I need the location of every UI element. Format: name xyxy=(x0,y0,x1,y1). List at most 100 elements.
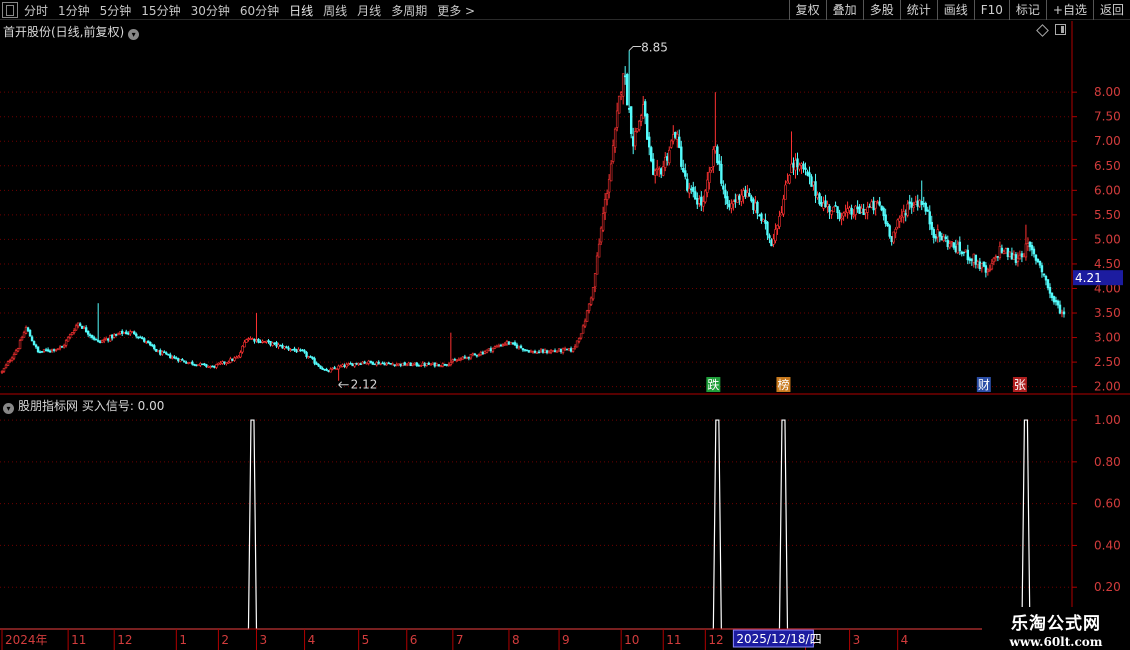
indicator-dropdown-icon[interactable]: ▾ xyxy=(3,403,14,414)
candle-body xyxy=(720,163,723,184)
candle-body xyxy=(982,261,986,267)
candle-body xyxy=(335,368,338,370)
candle-body xyxy=(1012,254,1016,260)
candle-body xyxy=(383,363,386,366)
candle-body xyxy=(880,205,883,211)
candle-body xyxy=(714,146,717,152)
period-tab-monthly[interactable]: 月线 xyxy=(357,2,381,19)
candle-body xyxy=(577,338,581,342)
back-button[interactable]: 返回 xyxy=(1092,0,1130,20)
candle-body xyxy=(565,348,569,351)
adjust-button[interactable]: 复权 xyxy=(788,0,826,20)
candle-body xyxy=(744,189,747,197)
candle-body xyxy=(1004,248,1008,254)
candle-body xyxy=(834,205,837,207)
candle-body xyxy=(439,365,443,368)
candle-body xyxy=(858,206,861,214)
candle-body xyxy=(746,192,749,198)
candle-body xyxy=(64,340,68,346)
candle-body xyxy=(930,221,933,230)
candle-body xyxy=(716,146,719,164)
candle-body xyxy=(798,164,801,170)
signal-tick-label: 0.80 xyxy=(1094,455,1121,469)
panel-toggle-icon[interactable] xyxy=(1055,24,1066,35)
period-tab-60min[interactable]: 60分钟 xyxy=(240,2,279,19)
period-tab-weekly[interactable]: 周线 xyxy=(323,2,347,19)
candle-body xyxy=(449,362,453,366)
candle-body xyxy=(894,228,897,234)
candle-body xyxy=(253,338,256,342)
candle-body xyxy=(405,364,408,367)
f10-button[interactable]: F10 xyxy=(973,0,1009,20)
mark-button[interactable]: 标记 xyxy=(1008,0,1046,20)
buy-signal-line xyxy=(0,419,1072,630)
candle-body xyxy=(868,206,871,208)
candle-body xyxy=(511,342,515,344)
candle-body xyxy=(4,364,8,369)
candle-body xyxy=(215,364,218,368)
candle-body xyxy=(441,363,445,367)
price-tick-label: 3.00 xyxy=(1094,331,1121,345)
candle-body xyxy=(403,362,406,366)
candle-body xyxy=(654,170,657,176)
period-tab-15min[interactable]: 15分钟 xyxy=(141,2,180,19)
multi-stock-button[interactable]: 多股 xyxy=(862,0,900,20)
candle-body xyxy=(193,363,196,366)
period-tab-intraday[interactable]: 分时 xyxy=(24,2,48,19)
candle-body xyxy=(237,356,240,359)
candle-body xyxy=(796,158,799,168)
candle-body xyxy=(708,171,711,183)
panel-controls xyxy=(1036,24,1066,37)
candle-body xyxy=(427,362,431,366)
candle-body xyxy=(772,238,775,245)
candle-body xyxy=(175,357,178,360)
candle-body xyxy=(519,345,523,349)
candle-body xyxy=(327,370,330,372)
add-watchlist-button[interactable]: +自选 xyxy=(1045,0,1093,20)
period-tab-1min[interactable]: 1分钟 xyxy=(58,2,90,19)
candle-body xyxy=(491,347,495,352)
candle-body xyxy=(231,358,234,361)
candle-body xyxy=(962,251,966,254)
candle-body xyxy=(30,336,34,342)
candle-body xyxy=(762,219,765,222)
candle-body xyxy=(658,168,661,171)
candle-body xyxy=(435,363,439,366)
candle-body xyxy=(343,365,346,367)
stock-chart[interactable]: 8.007.507.006.506.005.505.004.504.003.50… xyxy=(0,21,1130,650)
candle-body xyxy=(243,341,246,348)
candle-body xyxy=(515,344,519,349)
candle-body xyxy=(54,349,58,351)
candle-body xyxy=(151,344,154,347)
candle-body xyxy=(499,344,503,347)
candle-body xyxy=(575,340,579,348)
candle-body xyxy=(513,342,517,346)
candle-body xyxy=(567,348,571,351)
candle-body xyxy=(844,211,847,214)
candle-body xyxy=(784,184,787,200)
dropdown-icon[interactable]: ▾ xyxy=(128,29,140,40)
diamond-icon[interactable] xyxy=(1036,24,1049,37)
period-tab-more[interactable]: 更多 > xyxy=(437,2,475,19)
period-tab-multi[interactable]: 多周期 xyxy=(391,2,427,19)
period-tab-5min[interactable]: 5分钟 xyxy=(100,2,132,19)
candle-body xyxy=(824,200,827,208)
candle-body xyxy=(633,131,637,147)
statistics-button[interactable]: 统计 xyxy=(899,0,937,20)
period-tab-daily[interactable]: 日线 xyxy=(289,2,313,19)
candle-body xyxy=(297,349,300,352)
candle-body xyxy=(239,352,242,358)
candle-body xyxy=(537,351,541,354)
draw-line-button[interactable]: 画线 xyxy=(936,0,974,20)
candle-body xyxy=(187,362,190,364)
candle-body xyxy=(591,287,595,300)
candle-body xyxy=(177,358,180,362)
candle-body xyxy=(886,223,889,226)
period-tab-30min[interactable]: 30分钟 xyxy=(191,2,230,19)
candle-body xyxy=(782,198,785,215)
window-icon[interactable] xyxy=(2,2,18,18)
x-tick-label: 5 xyxy=(362,633,370,647)
candle-body xyxy=(734,199,737,203)
candle-body xyxy=(22,332,26,338)
overlay-button[interactable]: 叠加 xyxy=(825,0,863,20)
